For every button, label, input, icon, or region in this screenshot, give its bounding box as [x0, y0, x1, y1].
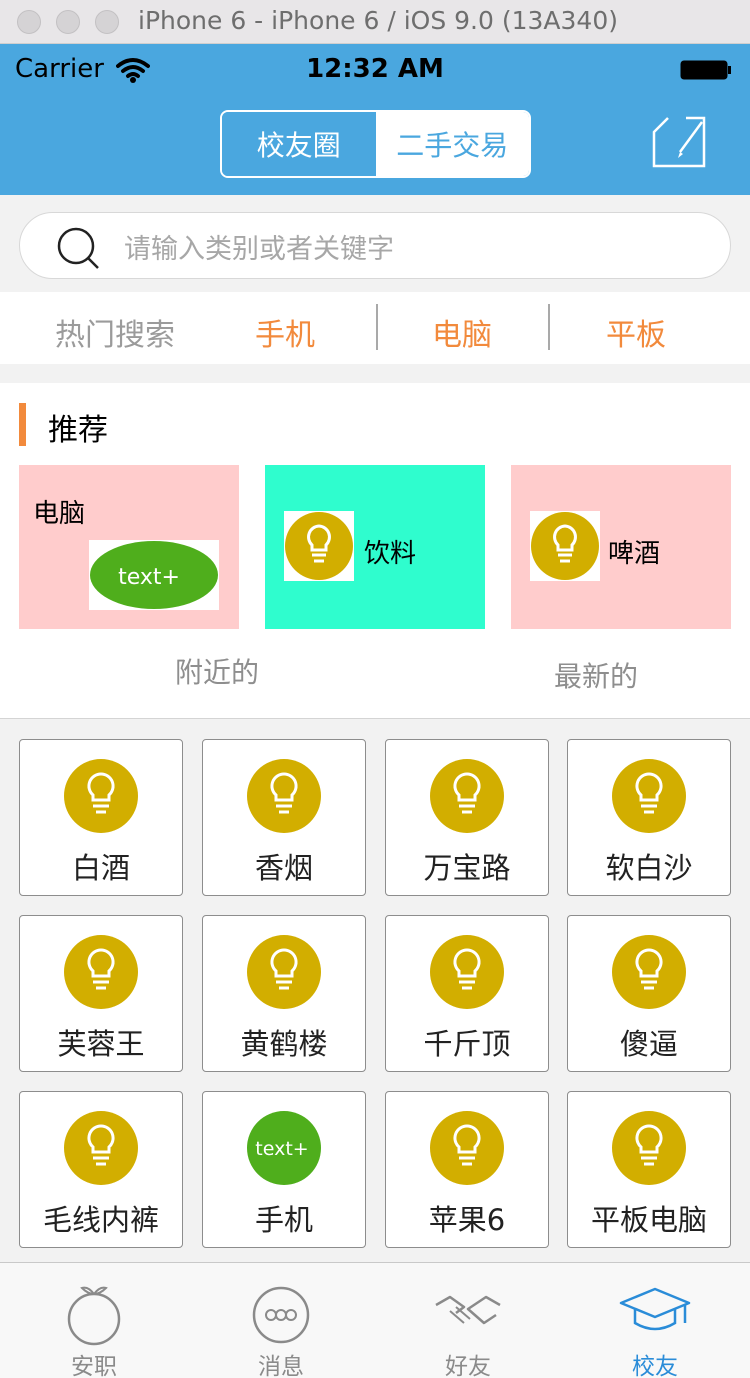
hot-search-bar: 热门搜索 手机 电脑 平板: [0, 292, 750, 364]
bulb-icon: [284, 511, 354, 581]
tile-label: 毛线内裤: [42, 1203, 159, 1237]
category-tile[interactable]: 软白沙: [567, 739, 731, 896]
tile-label: 香烟: [254, 851, 313, 885]
bulb-icon: [430, 935, 504, 1009]
tile-label: 芙蓉王: [57, 1027, 145, 1061]
card-label: 饮料: [364, 539, 417, 569]
window-zoom-button[interactable]: [95, 10, 119, 34]
category-tile[interactable]: 黄鹤楼: [202, 915, 366, 1072]
handshake-icon: [435, 1295, 501, 1325]
segmented-control: 校友圈 二手交易: [220, 110, 531, 178]
recommend-card-computer[interactable]: 电脑 text+: [19, 465, 239, 629]
bulb-icon: [612, 1111, 686, 1185]
text-plus-icon: text+: [247, 1111, 321, 1185]
nav-header: Carrier 12:32 AM 校友圈 二手交易: [0, 44, 750, 195]
tab-label: 消息: [258, 1354, 304, 1378]
category-tile[interactable]: 毛线内裤: [19, 1091, 183, 1248]
category-tile[interactable]: 千斤顶: [385, 915, 549, 1072]
divider: [376, 304, 378, 350]
hot-item-computer[interactable]: 电脑: [432, 310, 492, 354]
tile-label: 傻逼: [619, 1027, 678, 1061]
window-minimize-button[interactable]: [56, 10, 80, 34]
recommend-section: 推荐 电脑 text+ 饮料 啤酒 附近的 最新的: [0, 383, 750, 719]
status-time: 12:32 AM: [306, 54, 444, 84]
search-placeholder: 请输入类别或者关键字: [124, 234, 394, 265]
divider: [548, 304, 550, 350]
chat-icon: [252, 1286, 310, 1344]
recommend-card-beer[interactable]: 啤酒: [511, 465, 731, 629]
category-tile[interactable]: 香烟: [202, 739, 366, 896]
newest-link[interactable]: 最新的: [554, 655, 638, 695]
text-plus-label: text+: [118, 565, 180, 590]
category-tile[interactable]: 芙蓉王: [19, 915, 183, 1072]
category-tile[interactable]: 白酒: [19, 739, 183, 896]
tile-label: 手机: [254, 1203, 313, 1237]
category-tile[interactable]: 平板电脑: [567, 1091, 731, 1248]
tab-messages[interactable]: 消息: [206, 1263, 356, 1378]
tab-label: 好友: [445, 1354, 491, 1378]
recommend-card-drinks[interactable]: 饮料: [265, 465, 485, 629]
battery-icon: [680, 60, 731, 80]
tile-label: 千斤顶: [423, 1027, 511, 1061]
bulb-icon: [64, 935, 138, 1009]
bulb-icon: [64, 759, 138, 833]
segment-alumni-circle[interactable]: 校友圈: [222, 112, 376, 176]
tile-label: 苹果6: [428, 1203, 506, 1237]
bulb-icon: [612, 759, 686, 833]
fruit-icon: [67, 1286, 121, 1346]
tab-bar: 安职 消息 好友 校友: [0, 1262, 750, 1378]
tab-label: 校友: [632, 1354, 678, 1378]
tile-label: 万宝路: [423, 851, 511, 885]
category-tile[interactable]: text+ 手机: [202, 1091, 366, 1248]
simulator-title-bar: iPhone 6 - iPhone 6 / iOS 9.0 (13A340): [0, 0, 750, 44]
simulator-title: iPhone 6 - iPhone 6 / iOS 9.0 (13A340): [138, 6, 618, 35]
hot-item-phone[interactable]: 手机: [255, 310, 315, 354]
search-icon: [57, 227, 99, 269]
tile-label: 软白沙: [605, 851, 693, 885]
bulb-icon: [612, 935, 686, 1009]
recommend-title: 推荐: [48, 413, 108, 448]
bulb-icon: [247, 935, 321, 1009]
window-close-button[interactable]: [17, 10, 41, 34]
text-plus-icon: text+: [89, 540, 219, 610]
tile-label: 平板电脑: [590, 1203, 707, 1237]
bulb-icon: [64, 1111, 138, 1185]
tile-label: 黄鹤楼: [240, 1027, 328, 1061]
tile-label: 白酒: [71, 851, 130, 885]
nearby-link[interactable]: 附近的: [175, 651, 259, 691]
search-bar[interactable]: 请输入类别或者关键字: [19, 212, 731, 279]
bulb-icon: [430, 759, 504, 833]
tab-label: 安职: [71, 1354, 117, 1378]
graduation-cap-icon: [619, 1287, 691, 1331]
tab-alumni[interactable]: 校友: [580, 1263, 730, 1378]
bulb-icon: [430, 1111, 504, 1185]
category-tile[interactable]: 苹果6: [385, 1091, 549, 1248]
text-plus-label: text+: [255, 1138, 308, 1160]
segment-second-hand[interactable]: 二手交易: [375, 112, 529, 176]
section-accent-bar: [19, 403, 26, 446]
compose-icon[interactable]: [650, 114, 710, 170]
card-label: 啤酒: [608, 539, 661, 569]
bulb-icon: [530, 511, 600, 581]
card-label: 电脑: [33, 499, 86, 529]
bulb-icon: [247, 759, 321, 833]
tab-friends[interactable]: 好友: [393, 1263, 543, 1378]
hot-item-tablet[interactable]: 平板: [606, 310, 666, 354]
category-tile[interactable]: 万宝路: [385, 739, 549, 896]
hot-search-label: 热门搜索: [55, 318, 175, 353]
tab-anzhi[interactable]: 安职: [19, 1263, 169, 1378]
category-tile[interactable]: 傻逼: [567, 915, 731, 1072]
